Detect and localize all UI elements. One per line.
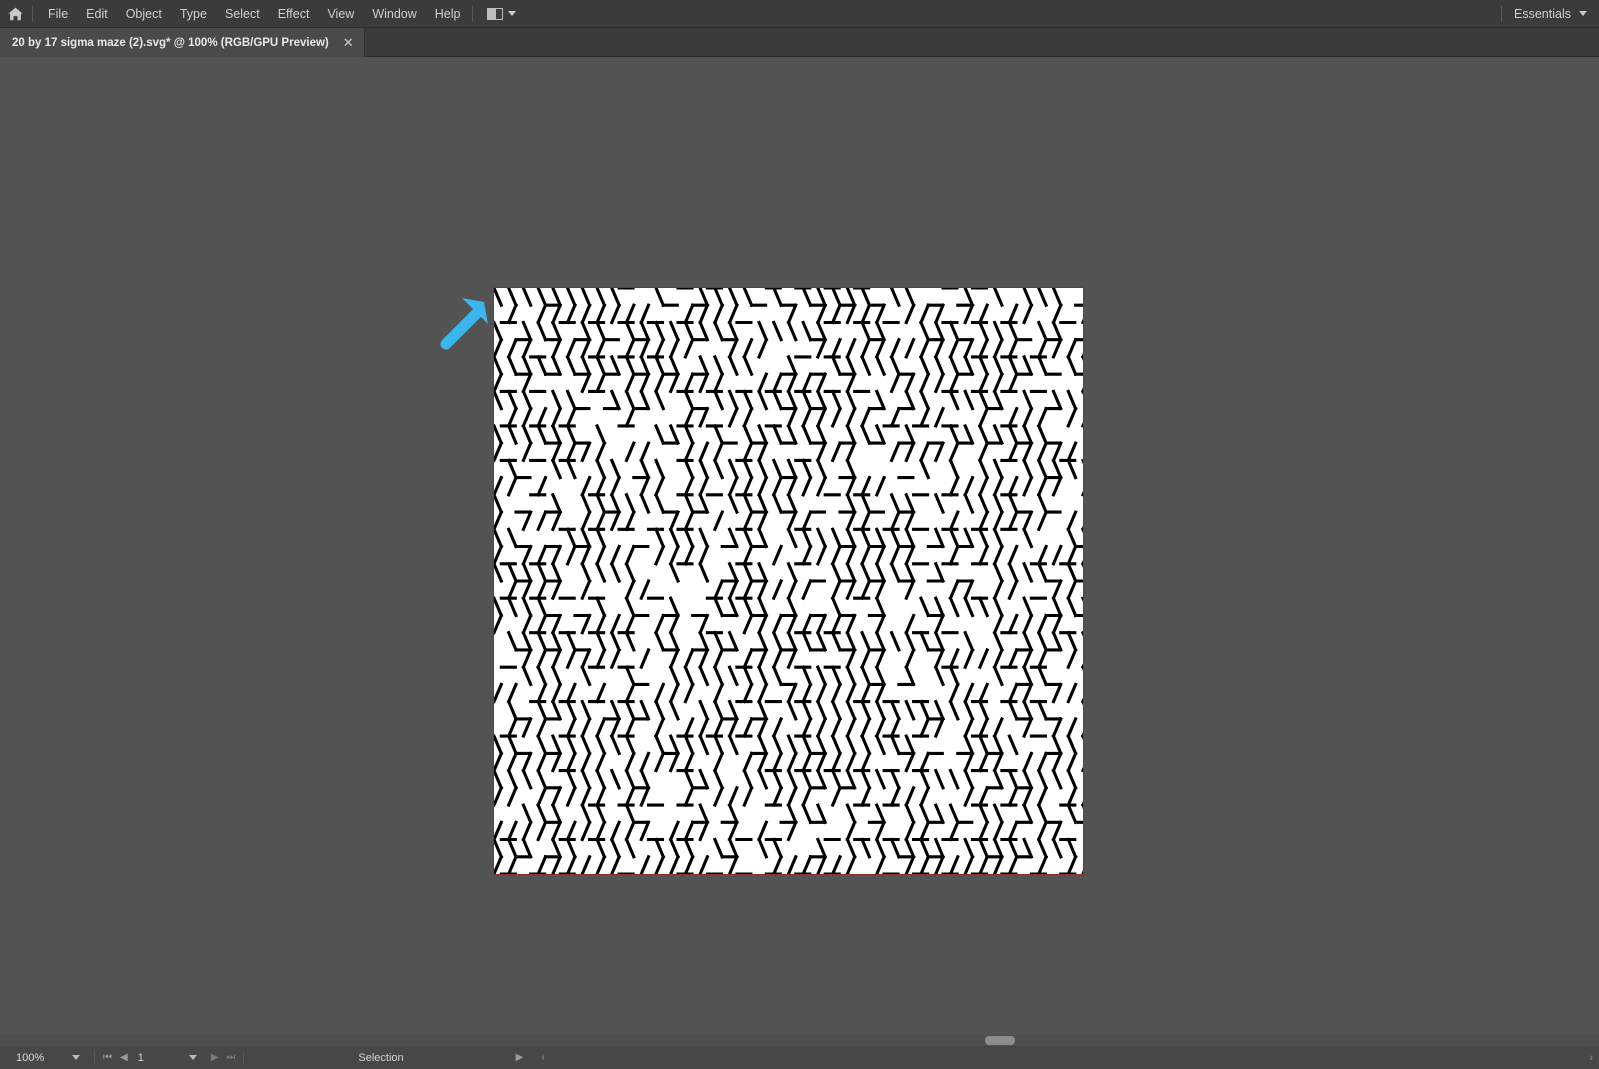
arrange-documents-button[interactable] xyxy=(479,0,524,28)
status-bar: 100% ⏮ ◀ 1 ▶ ⏭ Selection ▶ ‹ › xyxy=(0,1046,1599,1069)
menu-item-effect[interactable]: Effect xyxy=(269,0,319,28)
artboard[interactable] xyxy=(493,287,1084,875)
next-artboard-icon[interactable]: ▶ xyxy=(207,1052,223,1063)
chevron-right-icon[interactable]: › xyxy=(1589,1052,1599,1064)
menu-bar: File Edit Object Type Select Effect View… xyxy=(0,0,1599,28)
previous-artboard-icon[interactable]: ◀ xyxy=(116,1052,132,1063)
last-artboard-icon[interactable]: ⏭ xyxy=(222,1052,239,1063)
home-button[interactable] xyxy=(0,0,30,28)
chevron-down-icon[interactable] xyxy=(72,1055,80,1060)
close-icon[interactable]: ✕ xyxy=(343,36,354,49)
document-tab[interactable]: 20 by 17 sigma maze (2).svg* @ 100% (RGB… xyxy=(0,28,365,57)
menu-item-window[interactable]: Window xyxy=(363,0,425,28)
workspace-switcher-label[interactable]: Essentials xyxy=(1514,7,1571,21)
canvas-area[interactable] xyxy=(0,58,1599,1035)
chevron-down-icon xyxy=(507,11,516,16)
horizontal-scrollbar-thumb[interactable] xyxy=(985,1036,1015,1045)
menu-item-view[interactable]: View xyxy=(318,0,363,28)
menu-item-edit[interactable]: Edit xyxy=(77,0,117,28)
play-icon[interactable]: ▶ xyxy=(512,1052,528,1063)
menu-item-help[interactable]: Help xyxy=(426,0,470,28)
status-indicator-text[interactable]: Selection xyxy=(358,1052,403,1064)
arrange-documents-icon xyxy=(486,7,503,20)
workspace-divider xyxy=(1501,5,1503,22)
menubar-right-group: Essentials xyxy=(1501,0,1599,28)
document-tab-bar: 20 by 17 sigma maze (2).svg* @ 100% (RGB… xyxy=(0,28,1599,57)
chevron-left-icon[interactable]: ‹ xyxy=(537,1052,548,1063)
status-divider xyxy=(94,1050,95,1065)
menu-item-file[interactable]: File xyxy=(39,0,77,28)
horizontal-scrollbar-track[interactable] xyxy=(0,1035,1599,1046)
chevron-down-icon[interactable] xyxy=(188,1055,197,1060)
illustrator-window: File Edit Object Type Select Effect View… xyxy=(0,0,1599,1069)
menu-item-type[interactable]: Type xyxy=(171,0,216,28)
menu-item-object[interactable]: Object xyxy=(117,0,171,28)
first-artboard-icon[interactable]: ⏮ xyxy=(99,1052,116,1063)
cursor-arrow-icon xyxy=(440,298,488,350)
document-tab-title: 20 by 17 sigma maze (2).svg* @ 100% (RGB… xyxy=(12,36,329,49)
chevron-down-icon[interactable] xyxy=(1579,11,1587,16)
zoom-level-field[interactable]: 100% xyxy=(8,1049,70,1066)
status-right-controls: ▶ ‹ xyxy=(512,1052,549,1063)
menu-item-select[interactable]: Select xyxy=(216,0,269,28)
menubar-divider xyxy=(32,5,33,22)
status-divider-2 xyxy=(243,1050,245,1065)
arrow-pointer-cursor xyxy=(440,290,496,350)
artboard-number-field[interactable]: 1 xyxy=(132,1049,187,1066)
sigma-maze-artwork[interactable] xyxy=(494,288,1083,874)
menubar-divider-2 xyxy=(471,5,473,22)
home-icon xyxy=(7,6,24,22)
